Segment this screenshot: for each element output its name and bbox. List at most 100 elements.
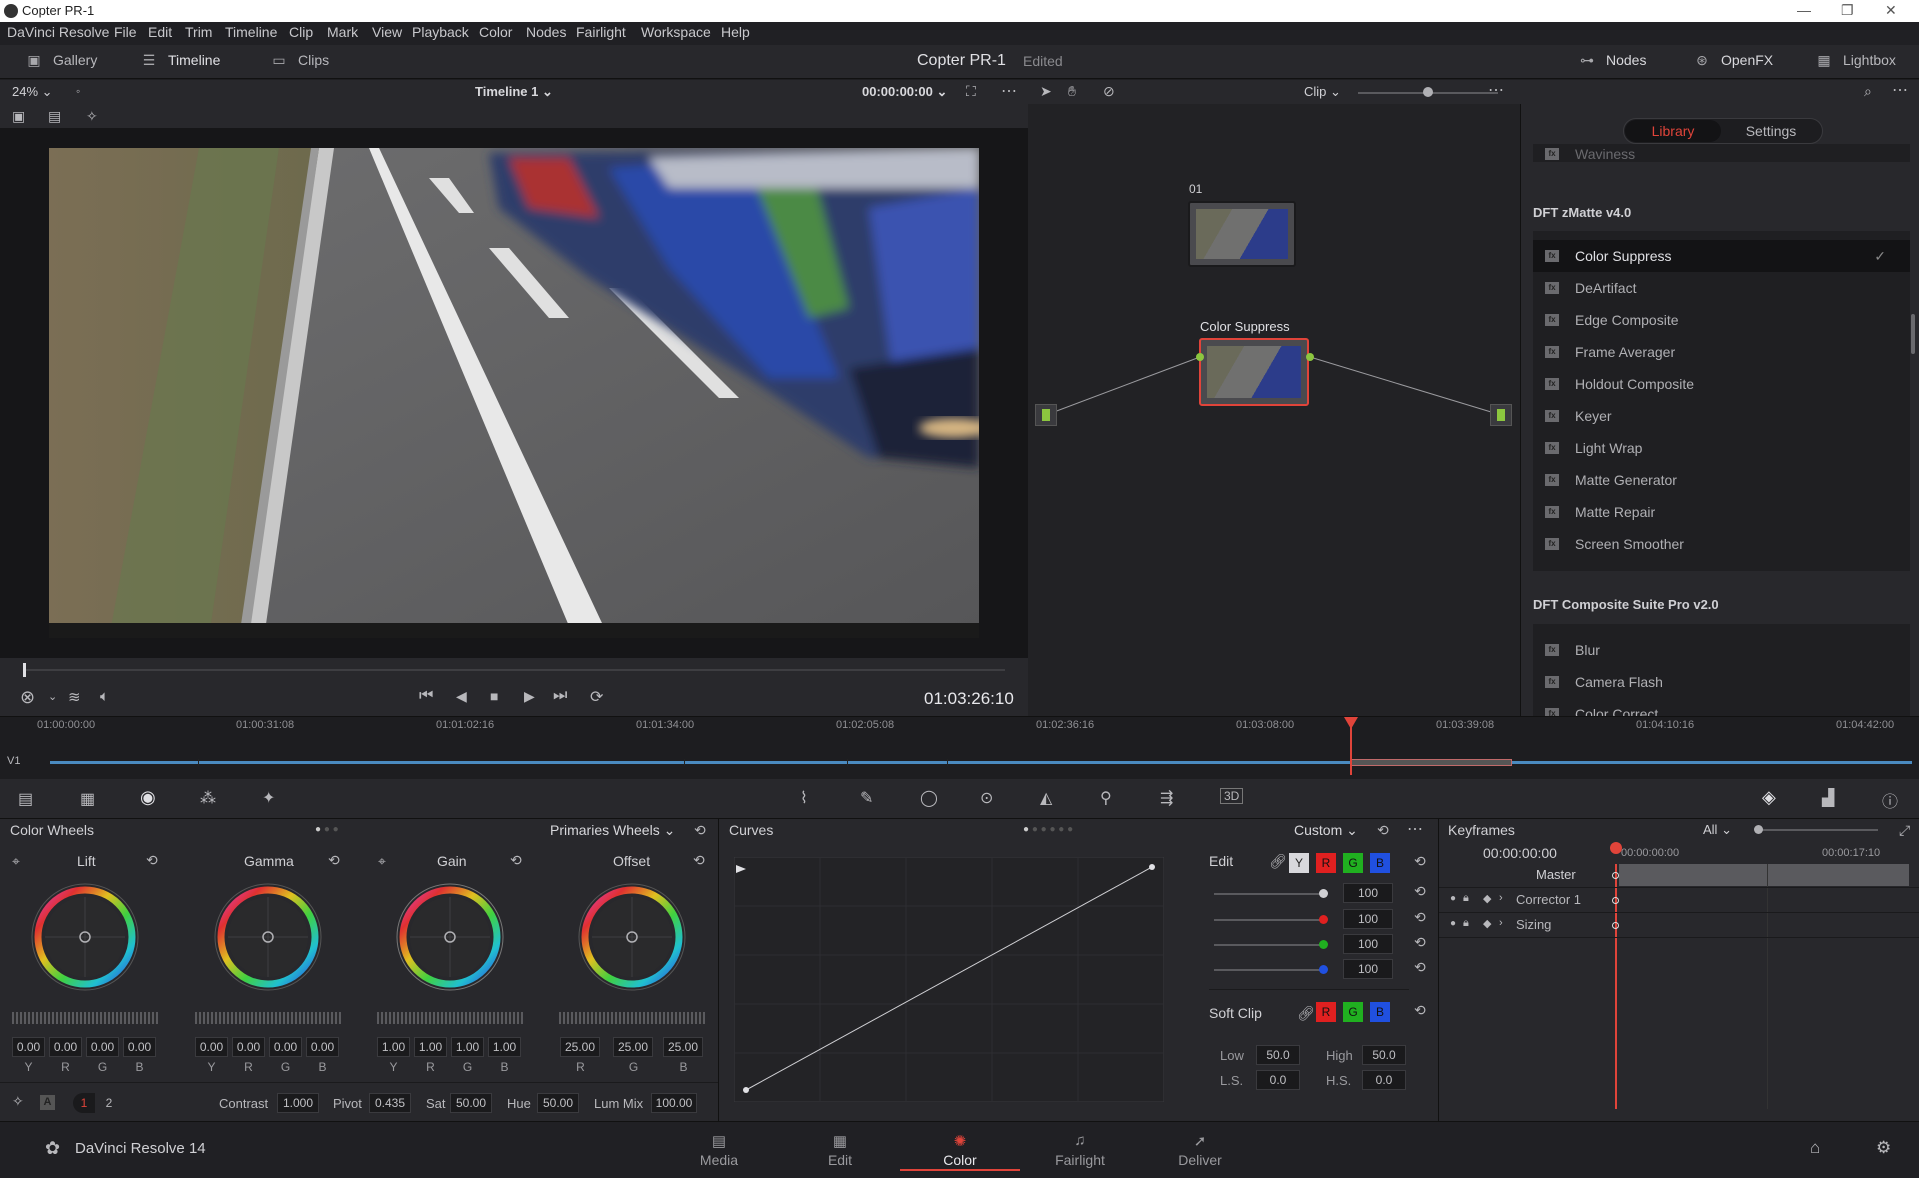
page-edit[interactable]: ▦ Edit xyxy=(790,1132,890,1168)
home-icon[interactable]: ⌂ xyxy=(1810,1138,1820,1158)
list-item[interactable]: fx Matte Generator xyxy=(1533,464,1910,496)
pointer-icon[interactable]: ➤ xyxy=(1040,83,1052,100)
key-icon[interactable]: ⚲ xyxy=(1100,788,1112,808)
adj-page-2[interactable]: 2 xyxy=(98,1093,120,1113)
reset-icon[interactable]: ⟲ xyxy=(1414,883,1426,900)
lock-icon[interactable]: 🔒︎ xyxy=(1463,892,1469,905)
gain-y-value[interactable]: 1.00 xyxy=(377,1037,410,1057)
softclip-b-button[interactable]: B xyxy=(1370,1002,1390,1022)
magic-wand-icon[interactable]: ✧ xyxy=(86,108,98,125)
timeline-button[interactable]: ☰ Timeline xyxy=(140,52,221,68)
menu-fairlight[interactable]: Fairlight xyxy=(576,24,626,40)
gain-wheel[interactable] xyxy=(390,877,510,997)
chevron-down-icon[interactable]: ⌄ xyxy=(48,690,57,703)
high-value[interactable]: 50.0 xyxy=(1362,1045,1406,1065)
reset-icon[interactable]: ⟲ xyxy=(328,852,340,869)
edit-value-b[interactable]: 100 xyxy=(1343,959,1393,979)
reset-icon[interactable]: ⟲ xyxy=(1414,959,1426,976)
library-more-icon[interactable]: ⋯ xyxy=(1892,80,1908,100)
node-color-suppress[interactable] xyxy=(1199,338,1309,406)
restore-icon[interactable]: ❐ xyxy=(1841,2,1854,19)
minimize-icon[interactable]: — xyxy=(1797,2,1811,18)
edit-value-y[interactable]: 100 xyxy=(1343,883,1393,903)
master-track[interactable] xyxy=(1619,864,1909,886)
menu-mark[interactable]: Mark xyxy=(327,24,358,40)
current-clip[interactable] xyxy=(1351,759,1512,766)
last-frame-icon[interactable]: ⏭ xyxy=(553,687,567,705)
edit-knob-g[interactable] xyxy=(1319,940,1328,949)
viewer-timecode[interactable]: 00:00:00:00 ⌄ xyxy=(862,84,947,100)
auto-balance-icon[interactable]: ✧ xyxy=(12,1093,24,1110)
nodes-button[interactable]: ⊶ Nodes xyxy=(1578,52,1646,68)
menu-view[interactable]: View xyxy=(372,24,402,40)
gain-master-slider[interactable] xyxy=(377,1012,523,1024)
ls-value[interactable]: 0.0 xyxy=(1256,1070,1300,1090)
info-icon[interactable]: ⓘ xyxy=(1882,788,1898,812)
edit-knob-r[interactable] xyxy=(1319,915,1328,924)
scrubber-track[interactable] xyxy=(25,669,1005,671)
color-match-icon[interactable]: ▦ xyxy=(80,789,95,809)
layers-icon[interactable]: ≋ xyxy=(68,688,81,706)
list-item[interactable]: fx Waviness xyxy=(1533,144,1910,162)
menu-playback[interactable]: Playback xyxy=(412,24,469,40)
blur-icon[interactable]: ◭ xyxy=(1040,788,1052,808)
offset-wheel[interactable] xyxy=(572,877,692,997)
expand-icon[interactable]: ⤢ xyxy=(1899,822,1910,839)
menu-edit[interactable]: Edit xyxy=(148,24,172,40)
reset-icon[interactable]: ⟲ xyxy=(146,852,158,869)
curve-graph[interactable] xyxy=(734,857,1164,1102)
reset-icon[interactable]: ⟲ xyxy=(1414,909,1426,926)
stop-icon[interactable]: ■ xyxy=(490,688,498,704)
edit-slider-y[interactable] xyxy=(1214,893,1324,895)
list-item[interactable]: fx Edge Composite xyxy=(1533,304,1910,336)
list-item[interactable]: fx Frame Averager xyxy=(1533,336,1910,368)
edit-knob-y[interactable] xyxy=(1319,889,1328,898)
page-media[interactable]: ▤ Media xyxy=(669,1132,769,1168)
list-item[interactable]: fx Light Wrap xyxy=(1533,432,1910,464)
curves-icon[interactable]: ⌇ xyxy=(800,788,808,808)
picker-icon[interactable]: ⌖ xyxy=(12,853,20,870)
list-item[interactable]: fx Holdout Composite xyxy=(1533,368,1910,400)
channel-y-button[interactable]: Y xyxy=(1289,853,1309,873)
close-icon[interactable]: ✕ xyxy=(1885,2,1897,19)
clip-track[interactable] xyxy=(50,761,1912,764)
play-icon[interactable]: ▶ xyxy=(524,688,535,705)
tab-settings[interactable]: Settings xyxy=(1721,120,1821,142)
node-zoom-knob[interactable] xyxy=(1423,87,1433,97)
page-deliver[interactable]: ➚ Deliver xyxy=(1150,1132,1250,1168)
clips-button[interactable]: ▭ Clips xyxy=(270,52,329,68)
softclip-g-button[interactable]: G xyxy=(1343,1002,1363,1022)
curves-more-icon[interactable]: ⋯ xyxy=(1407,819,1423,839)
gamma-b-value[interactable]: 0.00 xyxy=(306,1037,339,1057)
offset-r-value[interactable]: 25.00 xyxy=(560,1037,600,1057)
fx-select-icon[interactable]: ⊗ xyxy=(20,687,35,708)
channel-g-button[interactable]: G xyxy=(1343,853,1363,873)
gain-g-value[interactable]: 1.00 xyxy=(451,1037,484,1057)
menu-timeline[interactable]: Timeline xyxy=(225,24,277,40)
menu-trim[interactable]: Trim xyxy=(185,24,212,40)
zoom-select[interactable]: 24% ⌄ xyxy=(12,84,53,100)
library-scrollbar[interactable] xyxy=(1911,314,1915,354)
reset-icon[interactable]: ⟲ xyxy=(1377,822,1389,839)
nodes-more-icon[interactable]: ⋯ xyxy=(1488,80,1504,100)
edit-value-r[interactable]: 100 xyxy=(1343,909,1393,929)
keyframe-zoom-knob[interactable] xyxy=(1754,825,1763,834)
menu-nodes[interactable]: Nodes xyxy=(526,24,566,40)
mini-timeline[interactable]: 01:00:00:00 01:00:31:08 01:01:02:16 01:0… xyxy=(0,716,1919,779)
diamond-icon[interactable]: ◆ xyxy=(1483,892,1491,905)
reset-icon[interactable]: ⟲ xyxy=(693,852,705,869)
reset-icon[interactable]: ⟲ xyxy=(1414,934,1426,951)
gain-b-value[interactable]: 1.00 xyxy=(488,1037,521,1057)
gamma-g-value[interactable]: 0.00 xyxy=(269,1037,302,1057)
menu-file[interactable]: File xyxy=(114,24,137,40)
auto-icon[interactable]: A xyxy=(40,1095,55,1110)
lift-y-value[interactable]: 0.00 xyxy=(12,1037,45,1057)
tab-library[interactable]: Library xyxy=(1625,120,1721,142)
edit-knob-b[interactable] xyxy=(1319,965,1328,974)
offset-master-slider[interactable] xyxy=(559,1012,705,1024)
camera-raw-icon[interactable]: ▤ xyxy=(18,789,33,809)
rgb-mixer-icon[interactable]: ⁂ xyxy=(200,788,216,808)
node-graph[interactable]: 01 Color Suppress xyxy=(1028,104,1520,716)
keyframe-dot[interactable] xyxy=(1612,872,1619,879)
list-item[interactable]: fx Camera Flash xyxy=(1533,666,1910,698)
